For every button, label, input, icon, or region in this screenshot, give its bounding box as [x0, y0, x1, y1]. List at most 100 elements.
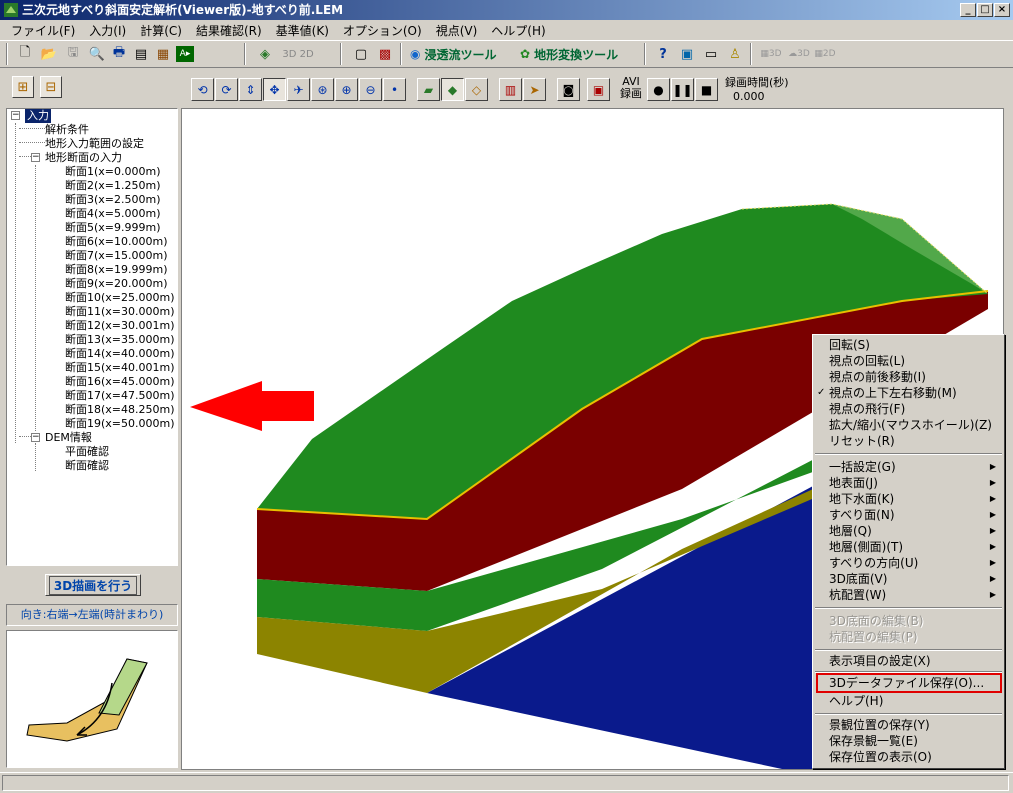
layer-icon[interactable]: ◆: [441, 78, 464, 101]
camera-icon[interactable]: ◙: [557, 78, 580, 101]
excel-icon[interactable]: A▸: [176, 46, 194, 62]
help-icon[interactable]: ?: [652, 43, 674, 65]
menu-file[interactable]: ファイル(F): [4, 22, 82, 39]
section-icon[interactable]: ▥: [499, 78, 522, 101]
3d-view-icon[interactable]: ◈: [252, 43, 278, 65]
ctx-move-forward[interactable]: 視点の前後移動(I): [829, 369, 1000, 385]
ctx-display-settings[interactable]: 表示項目の設定(X): [829, 653, 1000, 669]
ctx-saved-views-list[interactable]: 保存景観一覧(E): [829, 733, 1000, 749]
tree-item-section[interactable]: 断面11(x=30.000m): [65, 305, 175, 319]
tree-root[interactable]: 入力: [25, 109, 51, 123]
tree-item-section[interactable]: 断面10(x=25.000m): [65, 291, 175, 305]
open-folder-icon[interactable]: 📂: [38, 43, 60, 65]
grid-2d-icon[interactable]: ▦2D: [812, 43, 838, 65]
tree-item-section[interactable]: 断面5(x=9.999m): [65, 221, 161, 235]
ctx-pan[interactable]: 視点の上下左右移動(M): [829, 385, 1000, 401]
tree-item-section[interactable]: 断面7(x=15.000m): [65, 249, 168, 263]
tree-item-section[interactable]: 断面8(x=19.999m): [65, 263, 168, 277]
close-button[interactable]: ×: [994, 3, 1010, 17]
tree-item[interactable]: 地形断面の入力: [45, 151, 122, 165]
cloud-3d-icon[interactable]: ☁3D: [786, 43, 812, 65]
maximize-button[interactable]: □: [977, 3, 993, 17]
layer-side-icon[interactable]: ◇: [465, 78, 488, 101]
direction-icon[interactable]: ➤: [523, 78, 546, 101]
ctx-3d-bottom[interactable]: 3D底面(V) ▶: [829, 571, 1000, 587]
ctx-ground-surface[interactable]: 地表面(J) ▶: [829, 475, 1000, 491]
palette-icon[interactable]: ▩: [374, 43, 396, 65]
tree-item-section[interactable]: 断面16(x=45.000m): [65, 375, 175, 389]
ctx-reset[interactable]: リセット(R): [829, 433, 1000, 449]
menu-help[interactable]: ヘルプ(H): [484, 22, 552, 39]
ctx-bulk-settings[interactable]: 一括設定(G) ▶: [829, 459, 1000, 475]
tree-item-section[interactable]: 断面3(x=2.500m): [65, 193, 161, 207]
tree-item-section[interactable]: 断面13(x=35.000m): [65, 333, 175, 347]
ctx-fly[interactable]: 視点の飛行(F): [829, 401, 1000, 417]
zoom-out-icon[interactable]: ⊖: [359, 78, 382, 101]
tree-item[interactable]: DEM情報: [45, 431, 92, 445]
tree-item[interactable]: 平面確認: [65, 445, 109, 459]
ctx-groundwater[interactable]: 地下水面(K) ▶: [829, 491, 1000, 507]
tree-item[interactable]: 地形入力範囲の設定: [45, 137, 144, 151]
pause-icon[interactable]: ❚❚: [671, 78, 694, 101]
tree-item-section[interactable]: 断面14(x=40.000m): [65, 347, 175, 361]
minimize-button[interactable]: _: [960, 3, 976, 17]
zoom-mouse-icon[interactable]: ⊛: [311, 78, 334, 101]
window-icon[interactable]: ▣: [676, 43, 698, 65]
menu-calc[interactable]: 計算(C): [133, 22, 189, 39]
tree-collapse-root-icon[interactable]: −: [11, 111, 20, 120]
tree-item[interactable]: 解析条件: [45, 123, 89, 137]
tree-item-section[interactable]: 断面19(x=50.000m): [65, 417, 175, 431]
seepage-tool-button[interactable]: ◉ 浸透流ツール: [410, 43, 497, 65]
reset-icon[interactable]: •: [383, 78, 406, 101]
new-file-icon[interactable]: 🗋: [14, 43, 36, 65]
card-icon[interactable]: ▭: [700, 43, 722, 65]
collapse-tree-icon[interactable]: ⊟: [40, 76, 62, 98]
expand-tree-icon[interactable]: ⊞: [12, 76, 34, 98]
ctx-save-3d-data[interactable]: 3Dデータファイル保存(O)...: [829, 675, 1000, 691]
tree-item-section[interactable]: 断面4(x=5.000m): [65, 207, 161, 221]
tree-item-section[interactable]: 断面2(x=1.250m): [65, 179, 161, 193]
print-icon[interactable]: 🖶: [108, 43, 130, 65]
stop-icon[interactable]: ■: [695, 78, 718, 101]
move-forward-icon[interactable]: ⇕: [239, 78, 262, 101]
tree-item-section[interactable]: 断面15(x=40.001m): [65, 361, 175, 375]
surface-icon[interactable]: ▰: [417, 78, 440, 101]
ctx-strata[interactable]: 地層(Q) ▶: [829, 523, 1000, 539]
tree-item-section[interactable]: 断面1(x=0.000m): [65, 165, 161, 179]
ctx-rotate[interactable]: 回転(S): [829, 337, 1000, 353]
rotate-view-icon[interactable]: ⟳: [215, 78, 238, 101]
export-icon[interactable]: ▦: [152, 43, 174, 65]
capture-icon[interactable]: ▣: [587, 78, 610, 101]
record-icon[interactable]: ●: [647, 78, 670, 101]
ctx-zoom[interactable]: 拡大/縮小(マウスホイール)(Z): [829, 417, 1000, 433]
grid-3d-icon[interactable]: ▦3D: [758, 43, 784, 65]
tree-item-section[interactable]: 断面9(x=20.000m): [65, 277, 168, 291]
ctx-rotate-view[interactable]: 視点の回転(L): [829, 353, 1000, 369]
terrain-tool-button[interactable]: ✿ 地形変換ツール: [520, 43, 618, 65]
menu-results[interactable]: 結果確認(R): [189, 22, 269, 39]
print-preview-icon[interactable]: 🔍: [86, 43, 108, 65]
ctx-slip-surface[interactable]: すべり面(N) ▶: [829, 507, 1000, 523]
tree-item-section[interactable]: 断面12(x=30.001m): [65, 319, 175, 333]
menu-input[interactable]: 入力(I): [82, 22, 133, 39]
tree-item[interactable]: 断面確認: [65, 459, 109, 473]
pan-icon[interactable]: ✥: [263, 78, 286, 101]
menu-standards[interactable]: 基準値(K): [269, 22, 336, 39]
ctx-help[interactable]: ヘルプ(H): [829, 693, 1000, 709]
save-icon[interactable]: 🖫: [62, 43, 84, 65]
zoom-in-icon[interactable]: ⊕: [335, 78, 358, 101]
ctx-slip-direction[interactable]: すべりの方向(U) ▶: [829, 555, 1000, 571]
menu-view[interactable]: 視点(V): [429, 22, 485, 39]
rotate-icon[interactable]: ⟲: [191, 78, 214, 101]
ctx-pile-layout[interactable]: 杭配置(W) ▶: [829, 587, 1000, 603]
person-icon[interactable]: ♙: [724, 43, 746, 65]
report-icon[interactable]: ▤: [130, 43, 152, 65]
tree-collapse-dem-icon[interactable]: −: [31, 433, 40, 442]
ctx-save-view-position[interactable]: 景観位置の保存(Y): [829, 717, 1000, 733]
tree-item-section[interactable]: 断面6(x=10.000m): [65, 235, 168, 249]
grid-icon[interactable]: ▢: [350, 43, 372, 65]
ctx-strata-side[interactable]: 地層(側面)(T) ▶: [829, 539, 1000, 555]
draw-3d-button[interactable]: 3D描画を行う: [45, 574, 141, 596]
menu-options[interactable]: オプション(O): [336, 22, 429, 39]
ctx-show-saved-position[interactable]: 保存位置の表示(O): [829, 749, 1000, 765]
